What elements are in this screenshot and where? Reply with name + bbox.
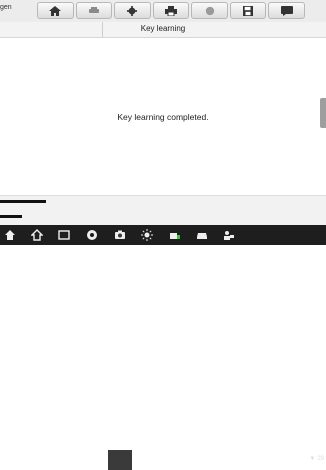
vehicle-swap-icon xyxy=(88,6,99,13)
car-icon xyxy=(197,233,207,239)
save-icon xyxy=(243,5,254,16)
data-logging-icon xyxy=(280,5,293,16)
back-button[interactable] xyxy=(3,228,17,242)
help-button[interactable] xyxy=(191,2,228,19)
page-title: Key learning xyxy=(140,24,186,33)
camera-icon xyxy=(115,230,125,239)
home-nav-button[interactable] xyxy=(30,228,44,242)
camera-button[interactable] xyxy=(113,228,127,242)
status-area: ▼ 29 xyxy=(309,456,324,462)
settings-button[interactable] xyxy=(114,2,151,19)
status-line xyxy=(0,215,22,218)
save-button[interactable] xyxy=(229,2,267,19)
divider xyxy=(102,22,103,37)
side-panel-handle[interactable] xyxy=(320,98,326,128)
chrome-icon xyxy=(87,230,97,240)
camera-highlight xyxy=(108,450,132,470)
content-area: Key learning completed. xyxy=(0,38,326,194)
wifi-icon: ▼ xyxy=(309,456,316,462)
brightness-icon xyxy=(141,229,153,241)
home-icon xyxy=(31,229,43,241)
title-bar: Key learning xyxy=(0,22,326,38)
print-icon xyxy=(165,5,178,16)
data-logging-button[interactable] xyxy=(268,2,306,19)
top-bar: gen xyxy=(0,0,326,22)
gear-icon xyxy=(127,5,138,16)
recent-apps-button[interactable] xyxy=(57,228,71,242)
car-button[interactable] xyxy=(195,228,209,242)
navigation-bar: ▼ 29 xyxy=(0,225,326,470)
user-car-button[interactable] xyxy=(222,228,236,242)
vehicle-label: gen xyxy=(0,4,12,11)
home-icon xyxy=(49,5,62,16)
toolbar xyxy=(36,2,306,19)
help-icon xyxy=(205,6,214,15)
user-car-icon xyxy=(224,231,234,240)
brightness-button[interactable] xyxy=(140,228,154,242)
recent-apps-icon xyxy=(58,230,70,240)
chrome-button[interactable] xyxy=(85,228,99,242)
vehicle-swap-button[interactable] xyxy=(75,2,113,19)
print-button[interactable] xyxy=(152,2,190,19)
back-icon xyxy=(5,230,15,240)
battery-scan-button[interactable] xyxy=(168,228,182,242)
clock: 29 xyxy=(317,456,324,462)
status-line xyxy=(0,200,46,203)
battery-scan-icon xyxy=(170,233,180,239)
bottom-panel xyxy=(0,195,326,226)
status-message: Key learning completed. xyxy=(117,112,209,122)
home-button[interactable] xyxy=(37,2,74,19)
